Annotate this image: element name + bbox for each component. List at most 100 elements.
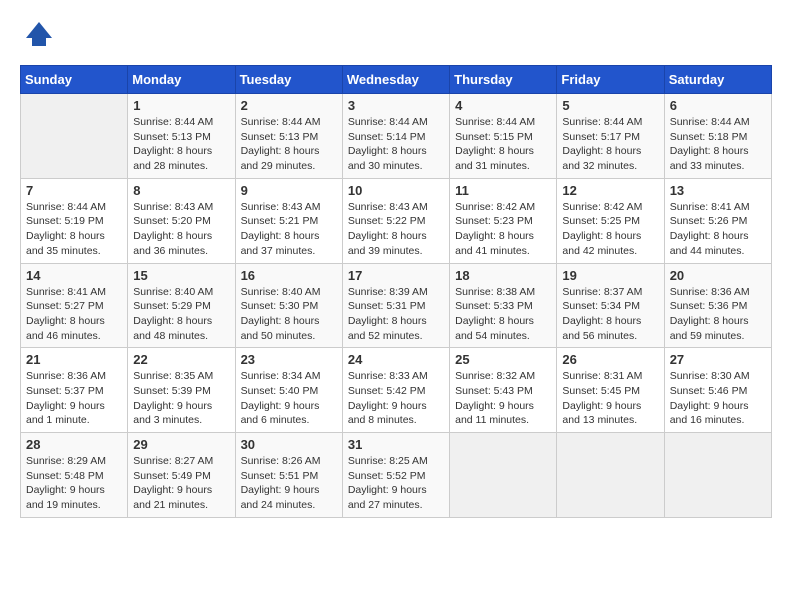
page-header xyxy=(20,20,772,55)
day-info: Sunrise: 8:44 AMSunset: 5:13 PMDaylight:… xyxy=(241,115,337,174)
day-info: Sunrise: 8:40 AMSunset: 5:29 PMDaylight:… xyxy=(133,285,229,344)
calendar-cell: 10Sunrise: 8:43 AMSunset: 5:22 PMDayligh… xyxy=(342,178,449,263)
header-tuesday: Tuesday xyxy=(235,66,342,94)
day-info: Sunrise: 8:41 AMSunset: 5:26 PMDaylight:… xyxy=(670,200,766,259)
calendar-table: SundayMondayTuesdayWednesdayThursdayFrid… xyxy=(20,65,772,518)
day-info: Sunrise: 8:42 AMSunset: 5:25 PMDaylight:… xyxy=(562,200,658,259)
calendar-cell: 9 Sunrise: 8:43 AMSunset: 5:21 PMDaylight… xyxy=(235,178,342,263)
day-number: 3 xyxy=(348,98,444,113)
day-info: Sunrise: 8:31 AMSunset: 5:45 PMDaylight:… xyxy=(562,369,658,428)
calendar-cell: 15 Sunrise: 8:40 AMSunset: 5:29 PMDayligh… xyxy=(128,263,235,348)
day-number: 4 xyxy=(455,98,551,113)
day-info: Sunrise: 8:43 AMSunset: 5:22 PMDaylight:… xyxy=(348,200,444,259)
day-info: Sunrise: 8:41 AMSunset: 5:27 PMDaylight:… xyxy=(26,285,122,344)
calendar-week-4: 21Sunrise: 8:36 AMSunset: 5:37 PMDayligh… xyxy=(21,348,772,433)
day-info: Sunrise: 8:44 AMSunset: 5:13 PMDaylight:… xyxy=(133,115,229,174)
day-number: 29 xyxy=(133,437,229,452)
day-number: 7 xyxy=(26,183,122,198)
day-number: 17 xyxy=(348,268,444,283)
calendar-cell: 25 Sunrise: 8:32 AMSunset: 5:43 PMDayligh… xyxy=(450,348,557,433)
day-number: 1 xyxy=(133,98,229,113)
day-number: 21 xyxy=(26,352,122,367)
calendar-week-5: 28Sunrise: 8:29 AMSunset: 5:48 PMDayligh… xyxy=(21,433,772,518)
calendar-cell: 6 Sunrise: 8:44 AMSunset: 5:18 PMDaylight… xyxy=(664,94,771,179)
day-info: Sunrise: 8:32 AMSunset: 5:43 PMDaylight:… xyxy=(455,369,551,428)
calendar-cell: 30 Sunrise: 8:26 AMSunset: 5:51 PMDayligh… xyxy=(235,433,342,518)
day-info: Sunrise: 8:34 AMSunset: 5:40 PMDaylight:… xyxy=(241,369,337,428)
logo-icon xyxy=(24,20,54,50)
calendar-cell: 7 Sunrise: 8:44 AMSunset: 5:19 PMDaylight… xyxy=(21,178,128,263)
day-number: 23 xyxy=(241,352,337,367)
calendar-cell: 8 Sunrise: 8:43 AMSunset: 5:20 PMDaylight… xyxy=(128,178,235,263)
day-number: 22 xyxy=(133,352,229,367)
day-number: 2 xyxy=(241,98,337,113)
day-number: 13 xyxy=(670,183,766,198)
day-info: Sunrise: 8:36 AMSunset: 5:36 PMDaylight:… xyxy=(670,285,766,344)
day-number: 11 xyxy=(455,183,551,198)
day-info: Sunrise: 8:44 AMSunset: 5:15 PMDaylight:… xyxy=(455,115,551,174)
calendar-cell: 4 Sunrise: 8:44 AMSunset: 5:15 PMDaylight… xyxy=(450,94,557,179)
day-info: Sunrise: 8:35 AMSunset: 5:39 PMDaylight:… xyxy=(133,369,229,428)
calendar-cell: 21Sunrise: 8:36 AMSunset: 5:37 PMDayligh… xyxy=(21,348,128,433)
day-number: 28 xyxy=(26,437,122,452)
calendar-cell: 3 Sunrise: 8:44 AMSunset: 5:14 PMDaylight… xyxy=(342,94,449,179)
day-info: Sunrise: 8:30 AMSunset: 5:46 PMDaylight:… xyxy=(670,369,766,428)
calendar-cell: 29 Sunrise: 8:27 AMSunset: 5:49 PMDayligh… xyxy=(128,433,235,518)
day-number: 30 xyxy=(241,437,337,452)
calendar-cell xyxy=(450,433,557,518)
day-info: Sunrise: 8:26 AMSunset: 5:51 PMDaylight:… xyxy=(241,454,337,513)
day-number: 26 xyxy=(562,352,658,367)
calendar-cell: 28Sunrise: 8:29 AMSunset: 5:48 PMDayligh… xyxy=(21,433,128,518)
day-info: Sunrise: 8:44 AMSunset: 5:17 PMDaylight:… xyxy=(562,115,658,174)
calendar-week-1: 1 Sunrise: 8:44 AMSunset: 5:13 PMDaylight… xyxy=(21,94,772,179)
day-info: Sunrise: 8:33 AMSunset: 5:42 PMDaylight:… xyxy=(348,369,444,428)
day-number: 15 xyxy=(133,268,229,283)
day-number: 9 xyxy=(241,183,337,198)
calendar-cell: 17 Sunrise: 8:39 AMSunset: 5:31 PMDayligh… xyxy=(342,263,449,348)
day-number: 12 xyxy=(562,183,658,198)
calendar-cell: 19Sunrise: 8:37 AMSunset: 5:34 PMDayligh… xyxy=(557,263,664,348)
day-info: Sunrise: 8:27 AMSunset: 5:49 PMDaylight:… xyxy=(133,454,229,513)
day-info: Sunrise: 8:38 AMSunset: 5:33 PMDaylight:… xyxy=(455,285,551,344)
calendar-cell: 1 Sunrise: 8:44 AMSunset: 5:13 PMDaylight… xyxy=(128,94,235,179)
header-wednesday: Wednesday xyxy=(342,66,449,94)
day-number: 24 xyxy=(348,352,444,367)
day-info: Sunrise: 8:44 AMSunset: 5:14 PMDaylight:… xyxy=(348,115,444,174)
day-number: 8 xyxy=(133,183,229,198)
header-sunday: Sunday xyxy=(21,66,128,94)
day-info: Sunrise: 8:43 AMSunset: 5:21 PMDaylight:… xyxy=(241,200,337,259)
day-info: Sunrise: 8:43 AMSunset: 5:20 PMDaylight:… xyxy=(133,200,229,259)
header-monday: Monday xyxy=(128,66,235,94)
calendar-cell: 20 Sunrise: 8:36 AMSunset: 5:36 PMDayligh… xyxy=(664,263,771,348)
calendar-cell: 27 Sunrise: 8:30 AMSunset: 5:46 PMDayligh… xyxy=(664,348,771,433)
day-number: 5 xyxy=(562,98,658,113)
calendar-cell: 18 Sunrise: 8:38 AMSunset: 5:33 PMDayligh… xyxy=(450,263,557,348)
calendar-cell xyxy=(557,433,664,518)
calendar-week-3: 14 Sunrise: 8:41 AMSunset: 5:27 PMDayligh… xyxy=(21,263,772,348)
calendar-cell: 26 Sunrise: 8:31 AMSunset: 5:45 PMDayligh… xyxy=(557,348,664,433)
calendar-cell xyxy=(664,433,771,518)
day-info: Sunrise: 8:25 AMSunset: 5:52 PMDaylight:… xyxy=(348,454,444,513)
day-info: Sunrise: 8:44 AMSunset: 5:19 PMDaylight:… xyxy=(26,200,122,259)
day-info: Sunrise: 8:44 AMSunset: 5:18 PMDaylight:… xyxy=(670,115,766,174)
calendar-cell: 13 Sunrise: 8:41 AMSunset: 5:26 PMDayligh… xyxy=(664,178,771,263)
day-number: 6 xyxy=(670,98,766,113)
calendar-cell: 2 Sunrise: 8:44 AMSunset: 5:13 PMDaylight… xyxy=(235,94,342,179)
day-number: 27 xyxy=(670,352,766,367)
day-info: Sunrise: 8:39 AMSunset: 5:31 PMDaylight:… xyxy=(348,285,444,344)
day-number: 18 xyxy=(455,268,551,283)
calendar-cell: 23 Sunrise: 8:34 AMSunset: 5:40 PMDayligh… xyxy=(235,348,342,433)
calendar-cell: 31 Sunrise: 8:25 AMSunset: 5:52 PMDayligh… xyxy=(342,433,449,518)
calendar-cell: 5 Sunrise: 8:44 AMSunset: 5:17 PMDaylight… xyxy=(557,94,664,179)
header-thursday: Thursday xyxy=(450,66,557,94)
day-number: 16 xyxy=(241,268,337,283)
day-number: 14 xyxy=(26,268,122,283)
day-info: Sunrise: 8:37 AMSunset: 5:34 PMDaylight:… xyxy=(562,285,658,344)
day-number: 31 xyxy=(348,437,444,452)
day-number: 25 xyxy=(455,352,551,367)
calendar-cell: 11Sunrise: 8:42 AMSunset: 5:23 PMDayligh… xyxy=(450,178,557,263)
calendar-cell xyxy=(21,94,128,179)
header-friday: Friday xyxy=(557,66,664,94)
logo xyxy=(20,20,54,55)
day-number: 20 xyxy=(670,268,766,283)
